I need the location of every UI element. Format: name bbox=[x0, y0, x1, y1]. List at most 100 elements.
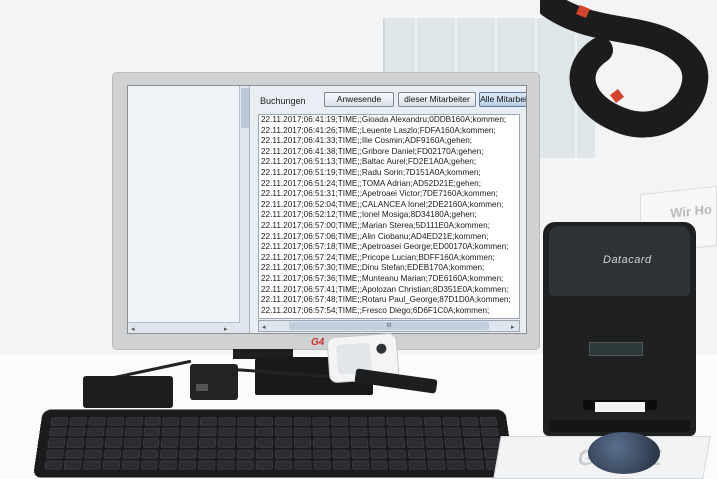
keyboard-key[interactable] bbox=[313, 460, 331, 470]
list-item[interactable]: 22.11.2017;06:57:06;TIME;;Alin Ciobanu;A… bbox=[259, 232, 519, 243]
keyboard-key[interactable] bbox=[217, 449, 236, 459]
keyboard-key[interactable] bbox=[181, 417, 199, 426]
list-item[interactable]: 22.11.2017;06:57:36;TIME;;Munteanu Maria… bbox=[259, 274, 519, 285]
keyboard-key[interactable] bbox=[236, 460, 254, 470]
keyboard-key[interactable] bbox=[388, 438, 406, 448]
keyboard-key[interactable] bbox=[331, 438, 349, 448]
log-horizontal-scrollbar[interactable]: ◂ III ▸ bbox=[258, 320, 520, 332]
keyboard-key[interactable] bbox=[180, 427, 199, 437]
keyboard-key[interactable] bbox=[237, 427, 255, 437]
list-item[interactable]: 22.11.2017;06:52:12;TIME;;Ionel Mosiga;8… bbox=[259, 210, 519, 221]
keyboard-key[interactable] bbox=[330, 417, 348, 426]
left-horizontal-scrollbar[interactable]: ◂ ▸ bbox=[128, 322, 240, 333]
keyboard-key[interactable] bbox=[218, 427, 236, 437]
keyboard-key[interactable] bbox=[293, 427, 311, 437]
keyboard-key[interactable] bbox=[48, 427, 67, 437]
list-item[interactable]: 22.11.2017;06:57:41;TIME;;Apolozan Chris… bbox=[259, 285, 519, 296]
keyboard-key[interactable] bbox=[44, 460, 63, 470]
keyboard-key[interactable] bbox=[161, 438, 179, 448]
keyboard-key[interactable] bbox=[423, 417, 442, 426]
keyboard-key[interactable] bbox=[256, 417, 274, 426]
keyboard-key[interactable] bbox=[140, 460, 159, 470]
keyboard-key[interactable] bbox=[199, 427, 217, 437]
list-item[interactable]: 22.11.2017;06:51:19;TIME;;Radu Sorin;7D1… bbox=[259, 168, 519, 179]
keyboard-key[interactable] bbox=[160, 449, 179, 459]
keyboard-key[interactable] bbox=[293, 449, 312, 459]
list-item[interactable]: 22.11.2017;06:52:04;TIME;;CALANCEA Ionel… bbox=[259, 200, 519, 211]
keyboard-key[interactable] bbox=[350, 449, 369, 459]
keyboard-key[interactable] bbox=[368, 427, 387, 437]
keyboard-key[interactable] bbox=[427, 460, 447, 470]
list-item[interactable]: 22.11.2017;06:57:54;TIME;;Fresco Diego;6… bbox=[259, 306, 519, 317]
keyboard-key[interactable] bbox=[274, 460, 293, 470]
keyboard-key[interactable] bbox=[67, 427, 86, 437]
scroll-left-icon[interactable]: ◂ bbox=[262, 323, 266, 331]
keyboard-key[interactable] bbox=[198, 449, 217, 459]
keyboard-key[interactable] bbox=[141, 449, 160, 459]
keyboard-key[interactable] bbox=[142, 438, 160, 448]
keyboard-key[interactable] bbox=[464, 449, 484, 459]
keyboard-key[interactable] bbox=[256, 427, 273, 437]
keyboard-key[interactable] bbox=[161, 427, 180, 437]
list-item[interactable]: 22.11.2017;06:51:13;TIME;;Baltac Aurel;F… bbox=[259, 157, 519, 168]
keyboard-key[interactable] bbox=[426, 449, 445, 459]
keyboard-key[interactable] bbox=[407, 438, 425, 448]
keyboard-key[interactable] bbox=[408, 460, 427, 470]
keyboard-key[interactable] bbox=[388, 449, 407, 459]
keyboard-key[interactable] bbox=[143, 417, 162, 426]
keyboard-key[interactable] bbox=[274, 449, 293, 459]
keyboard-key[interactable] bbox=[443, 427, 462, 437]
keyboard-key[interactable] bbox=[124, 427, 142, 437]
keyboard-key[interactable] bbox=[389, 460, 408, 470]
keyboard-key[interactable] bbox=[237, 417, 255, 426]
keyboard-key[interactable] bbox=[64, 449, 84, 459]
scrollbar-thumb[interactable] bbox=[241, 88, 249, 128]
keyboard-key[interactable] bbox=[143, 427, 161, 437]
scroll-right-icon[interactable]: ▸ bbox=[224, 325, 228, 333]
keyboard-key[interactable] bbox=[331, 427, 349, 437]
keyboard-key[interactable] bbox=[407, 449, 426, 459]
keyboard-key[interactable] bbox=[86, 427, 105, 437]
keyboard-key[interactable] bbox=[218, 417, 236, 426]
keyboard-key[interactable] bbox=[180, 438, 198, 448]
keyboard-key[interactable] bbox=[236, 449, 254, 459]
scroll-left-icon[interactable]: ◂ bbox=[131, 325, 135, 333]
keyboard-key[interactable] bbox=[45, 449, 65, 459]
keyboard-keys[interactable] bbox=[44, 417, 504, 470]
list-item[interactable]: 22.11.2017;06:51:31;TIME;;Apetroaei Vict… bbox=[259, 189, 519, 200]
keyboard-key[interactable] bbox=[85, 438, 104, 448]
keyboard-key[interactable] bbox=[162, 417, 180, 426]
keyboard-key[interactable] bbox=[479, 417, 498, 426]
keyboard-key[interactable] bbox=[87, 417, 106, 426]
keyboard-key[interactable] bbox=[123, 438, 141, 448]
keyboard-key[interactable] bbox=[387, 427, 405, 437]
keyboard-key[interactable] bbox=[350, 438, 368, 448]
keyboard-key[interactable] bbox=[199, 438, 217, 448]
keyboard-key[interactable] bbox=[312, 449, 331, 459]
keyboard-key[interactable] bbox=[369, 449, 388, 459]
keyboard-key[interactable] bbox=[105, 427, 124, 437]
keyboard-key[interactable] bbox=[351, 460, 370, 470]
list-item[interactable]: 22.11.2017;06:51:24;TIME;;TOMA Adrian;AD… bbox=[259, 179, 519, 190]
keyboard-key[interactable] bbox=[47, 438, 66, 448]
keyboard-key[interactable] bbox=[63, 460, 82, 470]
keyboard-key[interactable] bbox=[218, 438, 236, 448]
mouse[interactable] bbox=[588, 432, 660, 474]
keyboard-key[interactable] bbox=[69, 417, 87, 426]
keyboard-key[interactable] bbox=[463, 438, 482, 448]
keyboard-key[interactable] bbox=[370, 460, 389, 470]
keyboard-key[interactable] bbox=[406, 427, 424, 437]
tab-dieser-mitarbeiter[interactable]: dieser Mitarbeiter bbox=[398, 92, 476, 107]
list-item[interactable]: 22.11.2017;06:41:38;TIME;;Gribore Daniel… bbox=[259, 147, 519, 158]
keyboard-key[interactable] bbox=[369, 438, 387, 448]
keyboard-key[interactable] bbox=[424, 427, 443, 437]
keyboard-key[interactable] bbox=[103, 449, 122, 459]
keyboard-key[interactable] bbox=[462, 427, 481, 437]
keyboard-key[interactable] bbox=[481, 427, 500, 437]
keyboard-key[interactable] bbox=[386, 417, 405, 426]
keyboard-key[interactable] bbox=[312, 417, 330, 426]
keyboard-key[interactable] bbox=[445, 449, 464, 459]
keyboard-key[interactable] bbox=[349, 427, 368, 437]
keyboard-key[interactable] bbox=[82, 460, 101, 470]
list-item[interactable]: 22.11.2017;06:41:26;TIME;;Leuente Laszlo… bbox=[259, 126, 519, 137]
